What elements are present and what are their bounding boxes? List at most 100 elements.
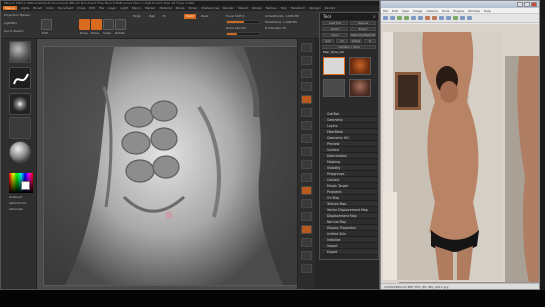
mrgb-toggle[interactable]: Mrgb xyxy=(133,14,141,19)
shelf-button-scroll[interactable] xyxy=(301,69,312,78)
shelf-button-move[interactable] xyxy=(301,186,312,195)
export-button[interactable]: Export xyxy=(350,27,376,31)
menu-item-tool[interactable]: Tool xyxy=(281,6,287,10)
draw-size-slider[interactable] xyxy=(226,32,260,36)
menu-item-alpha[interactable]: Alpha xyxy=(21,6,30,10)
lightbox-button[interactable]: LightBox xyxy=(4,21,17,26)
menu-item-preferences[interactable]: Preferences xyxy=(201,6,219,10)
info-icon[interactable] xyxy=(460,16,465,20)
goz-button[interactable]: GoZ xyxy=(322,39,334,43)
brush-selector[interactable] xyxy=(9,41,31,63)
tool-thumb-current[interactable] xyxy=(323,57,345,75)
load-tool-button[interactable]: Load Tool xyxy=(322,21,348,25)
minimize-icon[interactable] xyxy=(517,2,523,7)
zsub-toggle[interactable]: Zsub xyxy=(201,14,208,19)
maximize-icon[interactable] xyxy=(524,2,530,7)
focal-shift-slider[interactable] xyxy=(226,20,260,24)
shelf-button-polyf[interactable] xyxy=(301,225,312,234)
visible-button[interactable]: Visible xyxy=(350,39,362,43)
viewer-menu-help[interactable]: Help xyxy=(484,9,491,13)
save-as-button[interactable]: Save As xyxy=(350,21,376,25)
shelf-button-floor[interactable] xyxy=(301,134,312,143)
shelf-button-spix-3[interactable] xyxy=(301,56,312,65)
zoom-out-icon[interactable] xyxy=(418,16,423,20)
tool-thumb-4[interactable] xyxy=(349,79,371,97)
tool-panel-header[interactable]: Tool × xyxy=(320,13,378,20)
open-icon[interactable] xyxy=(383,16,388,20)
zadd-toggle[interactable]: Zadd xyxy=(184,14,196,19)
shelf-button-xpose[interactable] xyxy=(301,264,312,273)
r-button[interactable]: R xyxy=(364,39,376,43)
shelf-button-persp[interactable] xyxy=(301,121,312,130)
tool-thumb-3[interactable] xyxy=(323,79,345,97)
fullscreen-icon[interactable] xyxy=(446,16,451,20)
zoom-in-icon[interactable] xyxy=(411,16,416,20)
import-button[interactable]: Import xyxy=(322,27,348,31)
menu-item-light[interactable]: Light xyxy=(120,6,128,10)
scale-button[interactable] xyxy=(103,19,114,30)
shelf-button-solo[interactable] xyxy=(301,251,312,260)
menu-item-layer[interactable]: Layer xyxy=(108,6,116,10)
viewer-title-bar[interactable] xyxy=(381,1,539,8)
texture-selector[interactable] xyxy=(9,117,31,139)
material-selector[interactable] xyxy=(9,141,31,163)
viewer-menu-edit[interactable]: Edit xyxy=(392,9,398,13)
menu-item-stroke[interactable]: Stroke xyxy=(252,6,262,10)
menu-item-macro[interactable]: Macro xyxy=(132,6,141,10)
rotate-button[interactable] xyxy=(115,19,126,30)
edit-button[interactable] xyxy=(41,19,52,30)
menu-item-marker[interactable]: Marker xyxy=(145,6,155,10)
viewer-menu-window[interactable]: Window xyxy=(468,9,480,13)
switch-color-label[interactable]: SwitchColor xyxy=(9,201,27,206)
shelf-button-local[interactable] xyxy=(301,147,312,156)
menu-item-material[interactable]: Material xyxy=(159,6,171,10)
shelf-button-l-sym[interactable] xyxy=(301,160,312,169)
shelf-button-transp[interactable] xyxy=(301,238,312,247)
viewer-menu-plugins[interactable]: Plugins xyxy=(453,9,464,13)
rotate-left-icon[interactable] xyxy=(425,16,430,20)
menu-item-picker[interactable]: Picker xyxy=(189,6,198,10)
viewer-image-area[interactable] xyxy=(381,24,539,289)
lightbox-tools-button[interactable]: Lightbox > Tools xyxy=(322,45,376,49)
tool-thumb-2[interactable] xyxy=(349,57,371,75)
close-icon[interactable] xyxy=(531,2,537,7)
all-button[interactable]: All xyxy=(336,39,348,43)
viewer-menu-file[interactable]: File xyxy=(383,9,388,13)
zbrush-canvas[interactable] xyxy=(37,39,315,289)
viewer-menu-image[interactable]: Image xyxy=(413,9,422,13)
menu-item-brush[interactable]: Brush xyxy=(33,6,42,10)
alpha-selector[interactable] xyxy=(9,93,31,115)
menu-item-zscript[interactable]: Zscript xyxy=(325,6,335,10)
menu-item-transform[interactable]: Transform xyxy=(290,6,305,10)
next-icon[interactable] xyxy=(404,16,409,20)
rgb-toggle[interactable]: Rgb xyxy=(149,14,155,19)
clone-button[interactable]: Clone xyxy=(322,33,348,37)
move-button[interactable] xyxy=(91,19,102,30)
rotate-right-icon[interactable] xyxy=(432,16,437,20)
m-toggle[interactable]: M xyxy=(163,14,166,19)
menu-item-stencil[interactable]: Stencil xyxy=(238,6,248,10)
shelf-button-actual[interactable] xyxy=(301,95,312,104)
main-color-swatch[interactable] xyxy=(21,181,30,190)
projection-master-button[interactable]: Projection Master xyxy=(4,13,30,18)
viewer-menu-tools[interactable]: Tools xyxy=(442,9,449,13)
make-polymesh-button[interactable]: Make PolyMesh3D xyxy=(350,33,376,37)
draw-button[interactable] xyxy=(79,19,90,30)
menu-item-texture[interactable]: Texture xyxy=(266,6,277,10)
menu-item-movie[interactable]: Movie xyxy=(176,6,185,10)
shelf-button-bpr[interactable] xyxy=(301,43,312,52)
menu-item-file[interactable]: File xyxy=(99,6,104,10)
gradient-label[interactable]: Gradient xyxy=(9,195,22,200)
shelf-button-scale[interactable] xyxy=(301,199,312,208)
viewer-menu-options[interactable]: Options xyxy=(426,9,438,13)
menus-toggle[interactable]: Menus xyxy=(3,6,17,10)
save-icon[interactable] xyxy=(390,16,395,20)
menu-item-edit[interactable]: Edit xyxy=(89,6,95,10)
menu-item-draw[interactable]: Draw xyxy=(77,6,85,10)
quick-sketch-button[interactable]: Quick Sketch xyxy=(4,29,24,34)
viewer-menu-view[interactable]: View xyxy=(402,9,409,13)
shelf-button-rotate[interactable] xyxy=(301,212,312,221)
tool-subpalette-export[interactable]: Export xyxy=(322,249,378,255)
fit-icon[interactable] xyxy=(439,16,444,20)
prev-icon[interactable] xyxy=(397,16,402,20)
